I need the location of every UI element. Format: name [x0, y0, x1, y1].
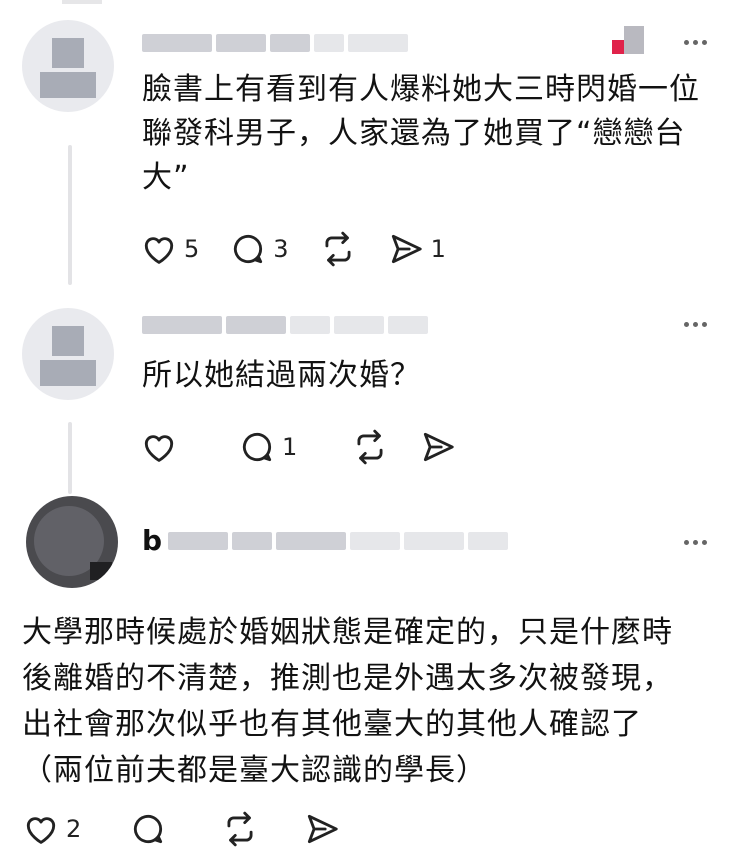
share-button[interactable] [303, 810, 341, 848]
comment-icon [242, 432, 272, 462]
like-button[interactable]: 2 [22, 810, 81, 848]
action-bar: 1 [140, 428, 487, 466]
more-icon[interactable] [684, 322, 707, 327]
share-button[interactable]: 1 [387, 230, 446, 268]
avatar[interactable] [22, 308, 114, 400]
like-button[interactable]: 5 [140, 230, 199, 268]
reply-button[interactable]: 3 [229, 230, 289, 268]
action-bar: 5 3 1 [140, 230, 476, 268]
avatar[interactable] [26, 496, 118, 588]
avatar[interactable] [22, 20, 114, 112]
thread-line [68, 422, 72, 494]
comment-icon [134, 814, 163, 844]
share-icon [391, 234, 422, 264]
verified-badge-blurred [612, 22, 648, 58]
share-button[interactable] [419, 428, 457, 466]
comment-text: 大學那時候處於婚姻狀態是確定的，只是什麼時 後離婚的不清楚，推測也是外遇太多次被… [22, 615, 673, 788]
repost-button[interactable] [221, 810, 259, 848]
repost-button[interactable] [319, 230, 357, 268]
comment-icon [234, 234, 263, 264]
thread-line [68, 145, 72, 285]
reply-count: 1 [282, 433, 298, 461]
repost-icon [325, 231, 351, 267]
username[interactable]: b [142, 524, 509, 557]
share-icon [308, 814, 338, 844]
like-button[interactable] [140, 428, 184, 466]
share-icon [424, 432, 454, 462]
reply-count: 3 [273, 235, 289, 263]
comment-text: 臉書上有看到有人爆料她大三時閃婚一位 聯發科男子，人家還為了她買了“戀戀台 大” [142, 72, 700, 195]
action-bar: 2 [22, 810, 371, 848]
more-icon[interactable] [684, 40, 707, 45]
reply-button[interactable] [129, 810, 167, 848]
top-divider [62, 0, 102, 4]
repost-icon [357, 429, 383, 465]
username-blurred [168, 530, 509, 552]
username-blurred[interactable] [142, 314, 428, 336]
like-count: 2 [66, 815, 82, 843]
heart-icon [144, 435, 174, 462]
comment-text: 所以她結過兩次婚？ [142, 358, 421, 393]
like-count: 5 [184, 235, 200, 263]
heart-icon [144, 237, 174, 264]
username-blurred[interactable] [142, 32, 408, 54]
share-count: 1 [430, 235, 446, 263]
repost-icon [227, 811, 253, 847]
heart-icon [26, 817, 56, 844]
repost-button[interactable] [351, 428, 389, 466]
reply-button[interactable]: 1 [238, 428, 297, 466]
more-icon[interactable] [684, 540, 707, 545]
